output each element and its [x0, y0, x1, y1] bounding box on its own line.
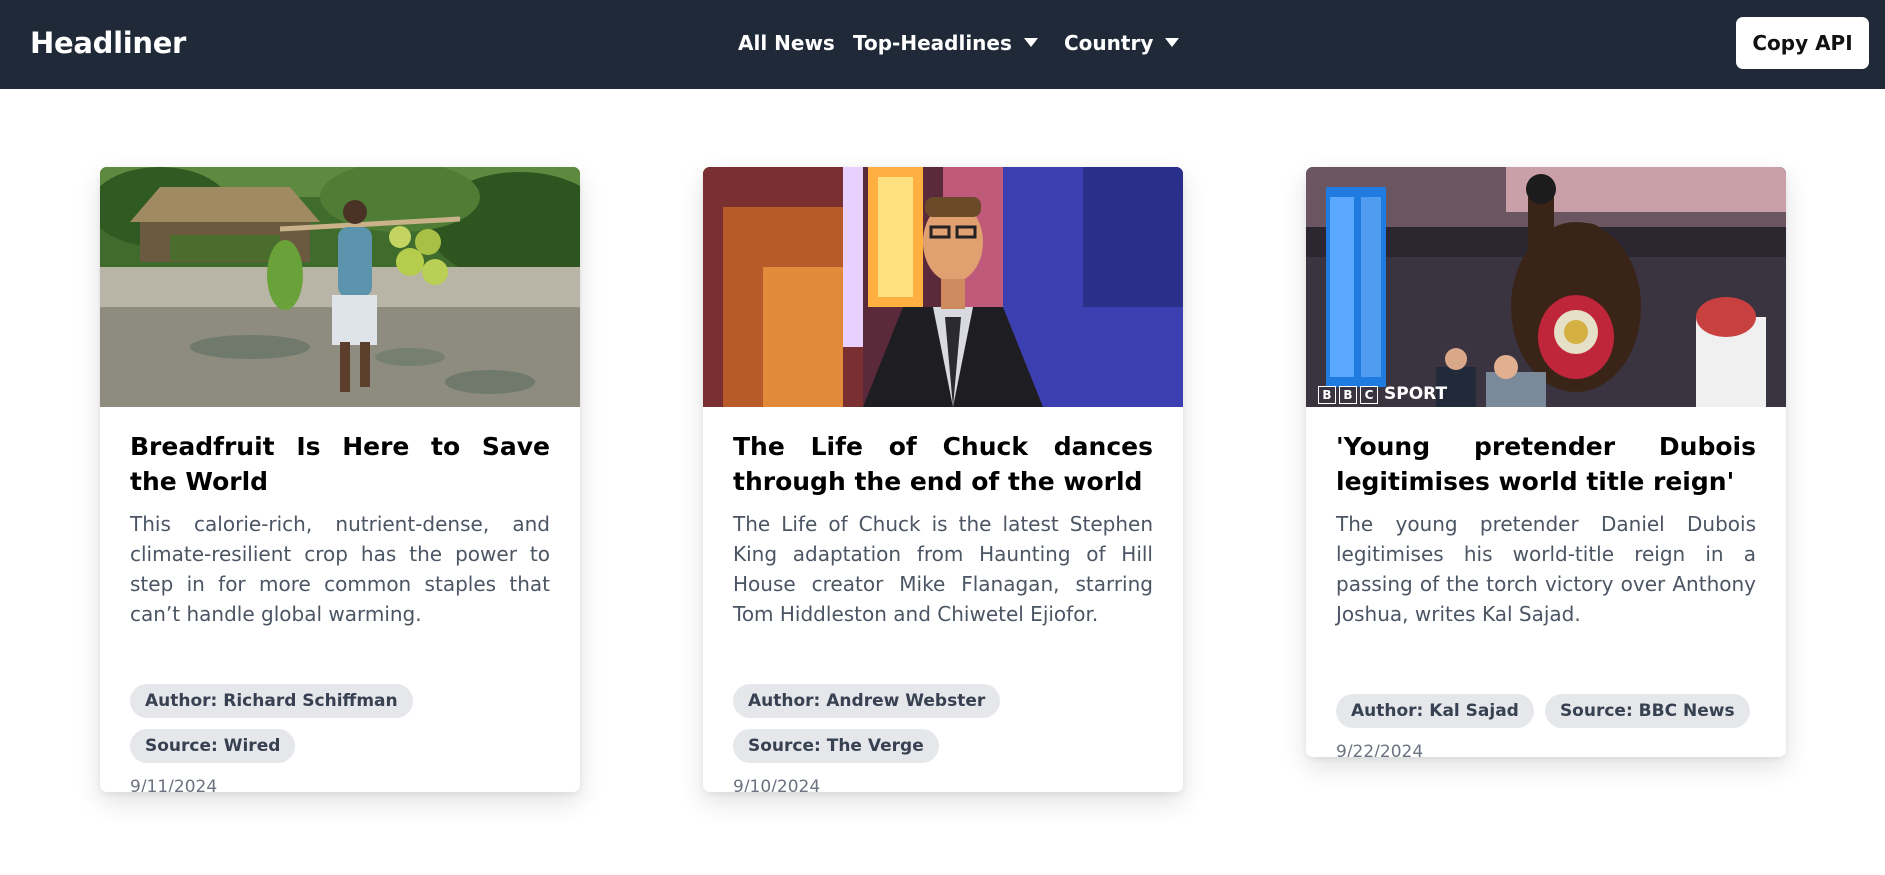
nav-top-headlines-dropdown[interactable]: Top-Headlines: [853, 0, 1038, 89]
article-title[interactable]: 'Young pretender Dubois legitimises worl…: [1336, 429, 1756, 499]
nav-country-label: Country: [1064, 31, 1154, 55]
card-body: 'Young pretender Dubois legitimises worl…: [1306, 429, 1786, 757]
publish-date: 9/10/2024: [733, 777, 821, 792]
article-image[interactable]: B B C SPORT: [1306, 167, 1786, 407]
news-card: Breadfruit Is Here to Save the World Thi…: [100, 167, 580, 792]
author-badge: Author: Kal Sajad: [1336, 694, 1534, 728]
top-navbar: Headliner All News Top-Headlines Country…: [0, 0, 1885, 89]
article-title[interactable]: The Life of Chuck dances through the end…: [733, 429, 1153, 499]
publish-date: 9/11/2024: [130, 777, 218, 792]
nav-country-dropdown[interactable]: Country: [1064, 0, 1180, 89]
author-badge: Author: Andrew Webster: [733, 684, 1001, 718]
nav-all-news-label: All News: [738, 31, 835, 55]
source-badge: Source: Wired: [130, 729, 296, 763]
publish-date: 9/22/2024: [1336, 742, 1424, 757]
source-badge: Source: BBC News: [1544, 694, 1750, 728]
nav-all-news[interactable]: All News: [738, 0, 835, 89]
nav-top-headlines-label: Top-Headlines: [853, 31, 1012, 55]
news-card: The Life of Chuck dances through the end…: [703, 167, 1183, 792]
card-body: Breadfruit Is Here to Save the World Thi…: [100, 429, 580, 792]
article-title[interactable]: Breadfruit Is Here to Save the World: [130, 429, 550, 499]
bbc-sport-watermark: B B C SPORT: [1318, 384, 1447, 404]
card-body: The Life of Chuck dances through the end…: [703, 429, 1183, 792]
article-image[interactable]: [703, 167, 1183, 407]
source-badge: Source: The Verge: [733, 729, 939, 763]
brand-logo[interactable]: Headliner: [30, 0, 186, 89]
caret-down-icon: [1165, 38, 1180, 47]
news-card: B B C SPORT 'Young pretender Dubois legitim…: [1306, 167, 1786, 757]
article-description: The young pretender Daniel Dubois legiti…: [1336, 512, 1756, 626]
article-image[interactable]: [100, 167, 580, 407]
copy-api-button[interactable]: Copy API: [1736, 17, 1869, 69]
article-description: The Life of Chuck is the latest Stephen …: [733, 512, 1153, 626]
caret-down-icon: [1023, 38, 1038, 47]
article-description: This calorie-rich, nutrient-dense, and c…: [130, 512, 550, 626]
author-badge: Author: Richard Schiffman: [130, 684, 413, 718]
